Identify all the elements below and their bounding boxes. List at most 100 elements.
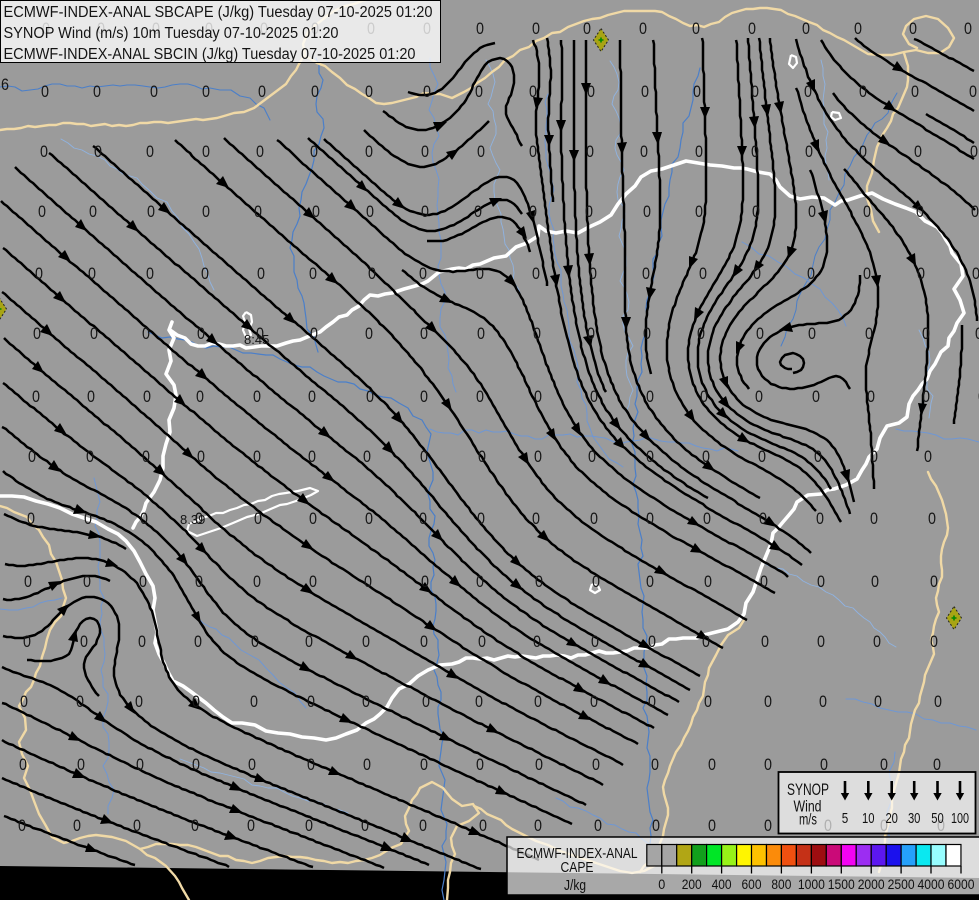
svg-text:0: 0 xyxy=(646,388,654,406)
svg-text:100: 100 xyxy=(951,811,969,827)
svg-text:0: 0 xyxy=(93,83,101,101)
svg-text:0: 0 xyxy=(854,20,862,38)
svg-text:0: 0 xyxy=(366,203,374,221)
svg-text:0: 0 xyxy=(703,510,711,528)
svg-text:0: 0 xyxy=(704,573,712,591)
svg-text:0: 0 xyxy=(863,265,871,283)
svg-text:0: 0 xyxy=(592,573,600,591)
svg-text:0: 0 xyxy=(641,83,649,101)
svg-text:0: 0 xyxy=(309,510,317,528)
svg-text:0: 0 xyxy=(421,203,429,221)
svg-text:0: 0 xyxy=(474,203,482,221)
svg-text:0: 0 xyxy=(692,20,700,38)
svg-text:0: 0 xyxy=(419,510,427,528)
svg-text:0: 0 xyxy=(307,756,315,774)
svg-text:0: 0 xyxy=(365,83,373,101)
svg-text:0: 0 xyxy=(807,265,815,283)
svg-text:0: 0 xyxy=(970,143,978,161)
svg-text:0: 0 xyxy=(18,817,26,835)
svg-text:0: 0 xyxy=(587,325,595,343)
svg-text:6: 6 xyxy=(1,76,9,94)
svg-text:0: 0 xyxy=(363,756,371,774)
svg-text:0: 0 xyxy=(253,448,261,466)
svg-text:0: 0 xyxy=(804,83,812,101)
svg-text:0: 0 xyxy=(758,448,766,466)
svg-text:0: 0 xyxy=(588,448,596,466)
svg-text:0: 0 xyxy=(308,448,316,466)
svg-text:0: 0 xyxy=(27,510,35,528)
svg-text:0: 0 xyxy=(476,756,484,774)
svg-text:0: 0 xyxy=(310,325,318,343)
svg-text:0: 0 xyxy=(23,633,31,651)
svg-text:0: 0 xyxy=(585,203,593,221)
svg-text:0: 0 xyxy=(40,143,48,161)
svg-text:0: 0 xyxy=(146,265,154,283)
svg-text:0: 0 xyxy=(934,693,942,711)
svg-text:0: 0 xyxy=(870,448,878,466)
svg-text:J/kg: J/kg xyxy=(564,878,586,894)
svg-text:0: 0 xyxy=(479,817,487,835)
svg-text:10: 10 xyxy=(862,811,875,827)
svg-text:0: 0 xyxy=(309,265,317,283)
svg-text:0: 0 xyxy=(475,693,483,711)
svg-text:0: 0 xyxy=(587,83,595,101)
svg-text:0: 0 xyxy=(419,265,427,283)
svg-text:0: 0 xyxy=(20,693,28,711)
svg-text:0: 0 xyxy=(805,143,813,161)
svg-text:0: 0 xyxy=(658,877,665,892)
svg-text:0: 0 xyxy=(642,265,650,283)
svg-text:0: 0 xyxy=(699,265,707,283)
svg-text:0: 0 xyxy=(73,817,81,835)
svg-text:0: 0 xyxy=(38,203,46,221)
svg-text:0: 0 xyxy=(808,325,816,343)
svg-text:0: 0 xyxy=(197,448,205,466)
svg-text:0: 0 xyxy=(646,448,654,466)
svg-text:0: 0 xyxy=(250,693,258,711)
svg-text:5: 5 xyxy=(842,811,849,827)
svg-text:0: 0 xyxy=(139,573,147,591)
svg-text:0: 0 xyxy=(308,388,316,406)
svg-text:0: 0 xyxy=(364,573,372,591)
svg-text:800: 800 xyxy=(771,877,791,892)
svg-text:0: 0 xyxy=(254,510,262,528)
svg-text:0: 0 xyxy=(476,265,484,283)
svg-text:0: 0 xyxy=(191,817,199,835)
svg-text:0: 0 xyxy=(646,510,654,528)
svg-text:0: 0 xyxy=(975,325,979,343)
svg-text:0: 0 xyxy=(534,448,542,466)
svg-text:0: 0 xyxy=(476,573,484,591)
svg-text:0: 0 xyxy=(197,325,205,343)
svg-text:0: 0 xyxy=(702,448,710,466)
svg-text:0: 0 xyxy=(594,817,602,835)
svg-text:0: 0 xyxy=(756,325,764,343)
svg-text:0: 0 xyxy=(532,265,540,283)
svg-text:0: 0 xyxy=(202,203,210,221)
svg-text:0: 0 xyxy=(89,203,97,221)
svg-text:0: 0 xyxy=(133,817,141,835)
svg-text:0: 0 xyxy=(639,20,647,38)
svg-text:0: 0 xyxy=(201,265,209,283)
svg-text:0: 0 xyxy=(76,693,84,711)
svg-text:0: 0 xyxy=(147,203,155,221)
svg-text:400: 400 xyxy=(712,877,732,892)
svg-text:0: 0 xyxy=(87,388,95,406)
svg-text:0: 0 xyxy=(143,388,151,406)
svg-text:0: 0 xyxy=(33,325,41,343)
svg-text:0: 0 xyxy=(589,265,597,283)
svg-text:0: 0 xyxy=(420,633,428,651)
svg-text:SYNOP: SYNOP xyxy=(787,781,829,799)
svg-text:0: 0 xyxy=(253,573,261,591)
svg-text:0: 0 xyxy=(138,633,146,651)
svg-text:0: 0 xyxy=(922,325,930,343)
svg-text:0: 0 xyxy=(478,448,486,466)
svg-text:0: 0 xyxy=(478,633,486,651)
svg-text:4000: 4000 xyxy=(918,877,945,892)
svg-text:0: 0 xyxy=(695,143,703,161)
svg-text:0: 0 xyxy=(140,510,148,528)
svg-text:0: 0 xyxy=(421,573,429,591)
svg-text:0: 0 xyxy=(366,388,374,406)
svg-text:0: 0 xyxy=(865,325,873,343)
svg-text:0: 0 xyxy=(142,325,150,343)
svg-text:0: 0 xyxy=(922,388,930,406)
svg-text:0: 0 xyxy=(916,203,924,221)
